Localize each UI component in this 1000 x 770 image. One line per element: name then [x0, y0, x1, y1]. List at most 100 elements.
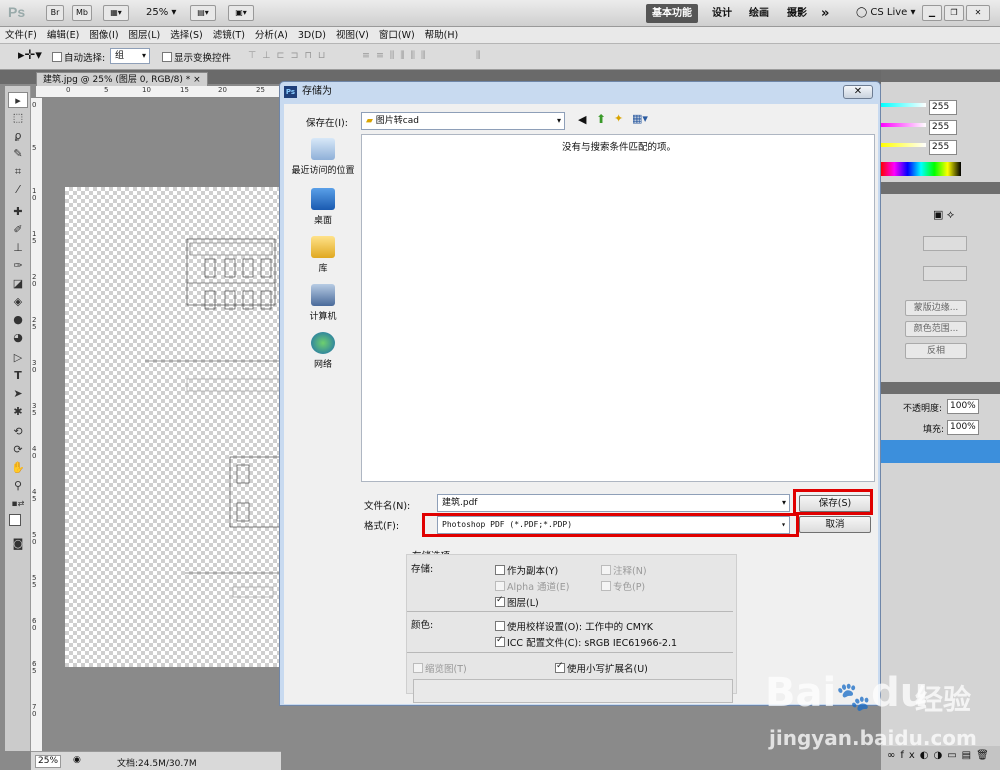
menu-layer[interactable]: 图层(L) — [124, 27, 166, 44]
menu-file[interactable]: 文件(F) — [0, 27, 42, 44]
eraser-tool-icon[interactable]: ◪ — [8, 276, 28, 292]
show-transform-checkbox[interactable]: 显示变换控件 — [162, 50, 231, 64]
paint-bucket-tool-icon[interactable]: ◈ — [8, 294, 28, 310]
red-slider[interactable] — [881, 103, 926, 107]
use-proof-checkbox[interactable] — [495, 621, 505, 631]
clone-stamp-tool-icon[interactable]: ⊥ — [8, 240, 28, 256]
auto-select-checkbox[interactable]: 自动选择: — [52, 50, 105, 64]
auto-select-box[interactable] — [52, 52, 62, 62]
shape-tool-icon[interactable]: ✱ — [8, 404, 28, 420]
menu-edit[interactable]: 编辑(E) — [42, 27, 84, 44]
minimize-button[interactable]: ▁ — [922, 5, 942, 21]
status-zoom[interactable]: 25% — [35, 755, 61, 768]
workspace-essentials[interactable]: 基本功能 — [646, 4, 698, 23]
place-libraries[interactable]: 库 — [287, 236, 359, 274]
save-in-dropdown[interactable]: ▰ 图片转cad ▾ — [361, 112, 565, 130]
color-spectrum-bar[interactable] — [881, 162, 961, 176]
zoom-dropdown[interactable]: 25% ▾ — [146, 7, 176, 18]
quick-select-tool-icon[interactable]: ✎ — [8, 146, 28, 162]
auto-select-dropdown[interactable]: 组 ▾ — [110, 48, 150, 64]
eyedropper-tool-icon[interactable]: ⁄ — [8, 182, 28, 198]
align-icons[interactable]: ⊤⊥⊏⊐⊓⊔ — [248, 50, 331, 61]
show-transform-box[interactable] — [162, 52, 172, 62]
menu-view[interactable]: 视图(V) — [331, 27, 374, 44]
green-slider[interactable] — [881, 123, 926, 127]
invert-button[interactable]: 反相 — [905, 343, 967, 359]
layers-checkbox[interactable] — [495, 595, 505, 607]
fill-value[interactable]: 100% — [947, 420, 979, 435]
history-brush-tool-icon[interactable]: ✑ — [8, 258, 28, 274]
workspace-painting[interactable]: 绘画 — [743, 4, 775, 23]
blue-value[interactable]: 255 — [929, 140, 957, 155]
mask-panel-icons[interactable]: ▣ ⟡ — [933, 208, 954, 222]
mask-edge-button[interactable]: 蒙版边缘... — [905, 300, 967, 316]
place-desktop[interactable]: 桌面 — [287, 188, 359, 226]
as-copy-option[interactable]: 作为副本(Y) — [495, 563, 558, 577]
close-tab-icon[interactable]: × — [193, 75, 201, 85]
feather-field[interactable] — [923, 266, 967, 281]
use-proof-option[interactable]: 使用校样设置(O): 工作中的 CMYK — [495, 619, 653, 633]
zoom-tool-icon[interactable]: ⚲ — [8, 478, 28, 494]
foreground-color-swatch[interactable] — [9, 514, 21, 526]
menu-window[interactable]: 窗口(W) — [374, 27, 420, 44]
place-recent[interactable]: 最近访问的位置 — [287, 138, 359, 176]
dialog-close-button[interactable]: ✕ — [843, 85, 873, 99]
up-folder-icon[interactable]: ⬆ — [596, 112, 606, 126]
menu-help[interactable]: 帮助(H) — [420, 27, 464, 44]
screen-mode-button[interactable]: ▣▾ — [228, 5, 254, 21]
icc-option[interactable]: ICC 配置文件(C): sRGB IEC61966-2.1 — [495, 635, 677, 649]
red-value[interactable]: 255 — [929, 100, 957, 115]
menu-filter[interactable]: 滤镜(T) — [208, 27, 250, 44]
pen-tool-icon[interactable]: ▷ — [8, 350, 28, 366]
cs-live-button[interactable]: ◯ CS Live ▾ — [856, 7, 916, 18]
arrange-documents-button[interactable]: ▤▾ — [190, 5, 216, 21]
marquee-tool-icon[interactable]: ⬚ — [8, 110, 28, 126]
selected-layer-row[interactable] — [881, 440, 1000, 463]
color-range-button[interactable]: 颜色范围... — [905, 321, 967, 337]
workspace-design[interactable]: 设计 — [706, 4, 738, 23]
move-tool-preset-icon[interactable]: ▸✛▾ — [18, 48, 42, 63]
document-tab[interactable]: 建筑.jpg @ 25% (图层 0, RGB/8) * × — [36, 72, 208, 86]
default-colors-icon[interactable]: ◾⇄ — [8, 496, 28, 512]
cancel-button[interactable]: 取消 — [799, 516, 871, 533]
view-menu-icon[interactable]: ▦▾ — [632, 112, 648, 125]
menu-3d[interactable]: 3D(D) — [293, 27, 331, 44]
quick-mask-icon[interactable]: ◙ — [8, 536, 28, 552]
new-folder-icon[interactable]: ✦ — [614, 112, 623, 125]
3d-orbit-tool-icon[interactable]: ⟳ — [8, 442, 28, 458]
green-value[interactable]: 255 — [929, 120, 957, 135]
blue-slider[interactable] — [881, 143, 926, 147]
restore-button[interactable]: ❐ — [944, 5, 964, 21]
dodge-tool-icon[interactable]: ◕ — [8, 330, 28, 346]
brush-tool-icon[interactable]: ✐ — [8, 222, 28, 238]
density-field[interactable] — [923, 236, 967, 251]
layers-option[interactable]: 图层(L) — [495, 595, 539, 609]
crop-tool-icon[interactable]: ⌗ — [8, 164, 28, 180]
distribute-icons[interactable]: ≡≡⫼⫼⫼⫼ — [362, 50, 431, 61]
as-copy-checkbox[interactable] — [495, 565, 505, 575]
menu-image[interactable]: 图像(I) — [84, 27, 123, 44]
workspace-photography[interactable]: 摄影 — [781, 4, 813, 23]
minibridge-button[interactable]: Mb — [72, 5, 92, 21]
document-canvas[interactable] — [65, 187, 280, 667]
lowercase-ext-checkbox[interactable] — [555, 661, 565, 673]
move-tool-icon[interactable]: ▸ — [8, 92, 28, 108]
place-network[interactable]: 网络 — [287, 332, 359, 370]
3d-rotate-tool-icon[interactable]: ⟲ — [8, 424, 28, 440]
menu-analysis[interactable]: 分析(A) — [250, 27, 293, 44]
more-workspaces-icon[interactable]: » — [815, 4, 835, 23]
close-app-button[interactable]: ✕ — [966, 5, 990, 21]
icc-checkbox[interactable] — [495, 635, 505, 647]
auto-align-icon[interactable]: ⫼ — [476, 50, 480, 61]
lowercase-ext-option[interactable]: 使用小写扩展名(U) — [555, 661, 648, 675]
status-info-icon[interactable]: ◉ — [73, 755, 81, 765]
back-icon[interactable]: ◀ — [578, 113, 586, 126]
menu-select[interactable]: 选择(S) — [165, 27, 207, 44]
healing-brush-tool-icon[interactable]: ✚ — [8, 204, 28, 220]
bridge-button[interactable]: Br — [46, 5, 64, 21]
filename-input[interactable]: 建筑.pdf ▾ — [437, 494, 790, 512]
file-list[interactable]: 没有与搜索条件匹配的项。 — [361, 134, 875, 482]
opacity-value[interactable]: 100% — [947, 399, 979, 414]
path-select-tool-icon[interactable]: ➤ — [8, 386, 28, 402]
place-computer[interactable]: 计算机 — [287, 284, 359, 322]
